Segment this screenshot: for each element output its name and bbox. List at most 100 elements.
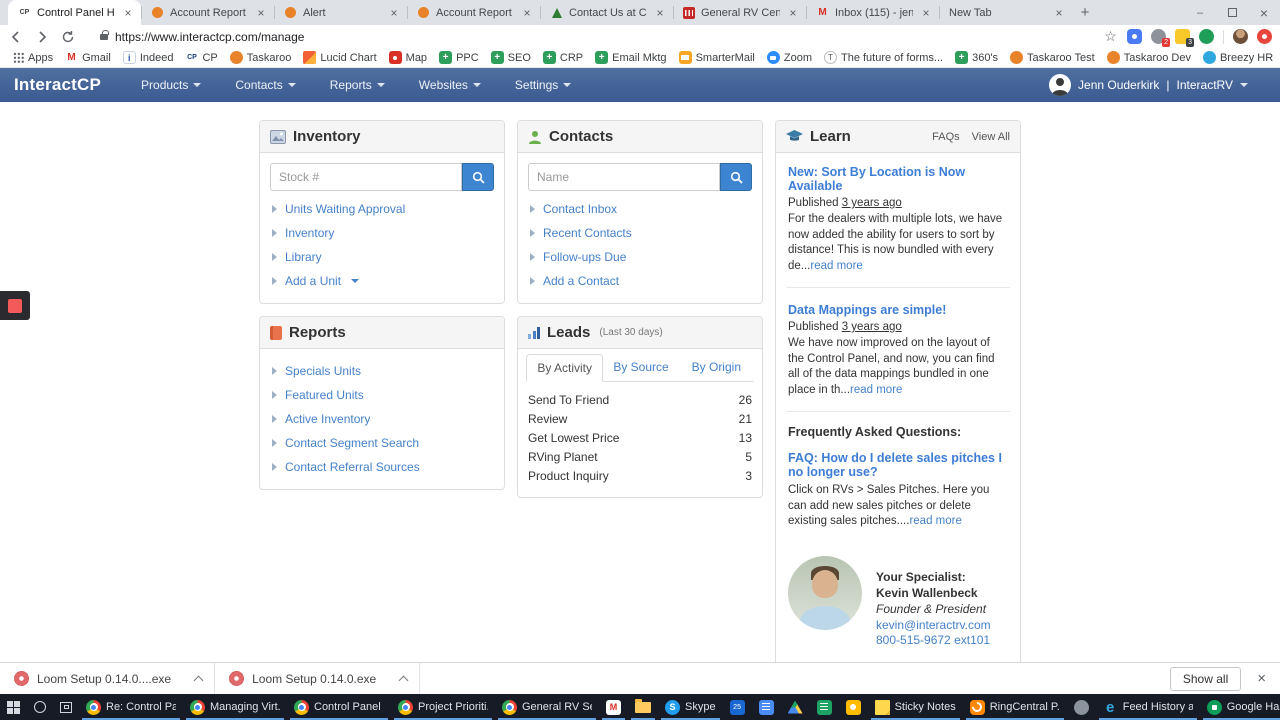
link-contact-segment-search[interactable]: Contact Segment Search [270, 431, 494, 455]
article-title-link[interactable]: New: Sort By Location is Now Available [788, 165, 1008, 193]
tab-general-rv[interactable]: General RV Center | Nation [673, 0, 806, 25]
view-all-link[interactable]: View All [972, 131, 1010, 143]
taskbar-drive[interactable] [781, 694, 810, 720]
specialist-phone-link[interactable]: 800-515-9672 ext101 [876, 633, 991, 649]
contact-search-button[interactable] [720, 163, 752, 191]
nav-contacts[interactable]: Contacts [235, 78, 296, 92]
tab-account-report-2[interactable]: Account Report | Taskaroo [407, 0, 540, 25]
taskbar-keep[interactable] [839, 694, 868, 720]
link-active-inventory[interactable]: Active Inventory [270, 407, 494, 431]
taskbar-hangouts[interactable]: Google Hango... [1200, 694, 1280, 720]
close-downloads-bar-icon[interactable] [1257, 670, 1266, 687]
tab-close-icon[interactable] [653, 6, 667, 20]
taskbar-docs[interactable] [752, 694, 781, 720]
link-featured-units[interactable]: Featured Units [270, 383, 494, 407]
tab-new-tab[interactable]: New Tab [939, 0, 1072, 25]
taskbar-gmail[interactable] [599, 694, 628, 720]
bookmark-breezy-hr[interactable]: Breezy HR [1198, 51, 1278, 64]
tab-by-activity[interactable]: By Activity [526, 354, 604, 382]
nav-products[interactable]: Products [141, 78, 202, 92]
taskbar-chrome-window-3[interactable]: Control Panel ... [287, 694, 391, 720]
contact-name-search-input[interactable] [528, 163, 720, 191]
bookmark-taskaroo-test[interactable]: Taskaroo Test [1005, 51, 1100, 64]
tab-close-icon[interactable] [786, 6, 800, 20]
address-bar[interactable]: https://www.interactcp.com/manage [86, 29, 1093, 44]
tab-by-source[interactable]: By Source [603, 354, 678, 382]
nav-reports[interactable]: Reports [330, 78, 385, 92]
taskbar-chrome-window-2[interactable]: Managing Virt... [183, 694, 287, 720]
browser-menu-icon[interactable] [1257, 29, 1272, 44]
bookmark-map[interactable]: Map [384, 51, 432, 64]
tab-close-icon[interactable] [919, 6, 933, 20]
taskbar-skype[interactable]: Skype [658, 694, 723, 720]
task-view-button[interactable] [53, 694, 79, 720]
taskbar-chrome-window-1[interactable]: Re: Control Pa... [79, 694, 183, 720]
tab-campers-inn[interactable]: Contact Us at Campers Inn [540, 0, 673, 25]
faqs-link[interactable]: FAQs [932, 131, 960, 143]
nav-settings[interactable]: Settings [515, 78, 572, 92]
tab-close-icon[interactable] [254, 6, 268, 20]
taskbar-chrome-window-5[interactable]: General RV Ser... [495, 694, 599, 720]
read-more-link[interactable]: read more [850, 384, 902, 396]
stock-search-input[interactable] [270, 163, 462, 191]
specialist-email-link[interactable]: kevin@interactrv.com [876, 618, 991, 634]
link-library[interactable]: Library [270, 245, 494, 269]
link-contact-referral-sources[interactable]: Contact Referral Sources [270, 455, 494, 479]
taskbar-edge[interactable]: Feed History a... [1096, 694, 1200, 720]
bookmark-gmail[interactable]: Gmail [60, 51, 116, 64]
bookmark-crp[interactable]: CRP [538, 51, 588, 64]
extension-icon-green[interactable] [1199, 29, 1214, 44]
bookmark-cp[interactable]: CP [180, 51, 222, 64]
tab-inbox[interactable]: Inbox (115) - jenn@interac [806, 0, 939, 25]
loom-extension-icon[interactable] [1127, 29, 1142, 44]
link-units-waiting-approval[interactable]: Units Waiting Approval [270, 197, 494, 221]
bookmark-future-of-forms[interactable]: The future of forms... [819, 51, 948, 64]
bookmark-zoom[interactable]: Zoom [762, 51, 817, 64]
show-all-downloads-button[interactable]: Show all [1169, 666, 1242, 691]
link-add-a-contact[interactable]: Add a Contact [528, 269, 752, 293]
window-close-button[interactable] [1248, 0, 1280, 25]
article-title-link[interactable]: Data Mappings are simple! [788, 303, 1008, 317]
tab-close-icon[interactable] [520, 6, 534, 20]
taskbar-ringcentral-meetings[interactable] [1067, 694, 1096, 720]
forward-button[interactable] [34, 29, 50, 45]
start-button[interactable] [0, 694, 27, 720]
tab-account-report-1[interactable]: Account Report | Taskaroo [141, 0, 274, 25]
taskbar-sticky-notes[interactable]: Sticky Notes [868, 694, 963, 720]
window-maximize-button[interactable] [1216, 0, 1248, 25]
cortana-button[interactable] [27, 694, 53, 720]
taskbar-calendar[interactable] [723, 694, 752, 720]
download-item-2[interactable]: Loom Setup 0.14.0.exe [215, 663, 421, 694]
new-tab-button[interactable] [1072, 0, 1098, 25]
bookmark-smartermail[interactable]: SmarterMail [674, 51, 760, 64]
taskbar-sheets[interactable] [810, 694, 839, 720]
link-recent-contacts[interactable]: Recent Contacts [528, 221, 752, 245]
bookmark-taskaroo-dev[interactable]: Taskaroo Dev [1102, 51, 1196, 64]
stock-search-button[interactable] [462, 163, 494, 191]
extension-icon-gray[interactable]: 2 [1151, 29, 1170, 47]
user-menu[interactable]: Jenn Ouderkirk | InteractRV [1049, 74, 1248, 96]
url-text[interactable]: https://www.interactcp.com/manage [115, 30, 304, 44]
faq-question-link[interactable]: FAQ: How do I delete sales pitches I no … [788, 451, 1008, 479]
reload-button[interactable] [60, 29, 76, 45]
link-add-a-unit[interactable]: Add a Unit [270, 269, 494, 293]
nav-websites[interactable]: Websites [419, 78, 481, 92]
bookmark-email-mktg[interactable]: Email Mktg [590, 51, 671, 64]
bookmark-seo[interactable]: SEO [486, 51, 536, 64]
read-more-link[interactable]: read more [810, 260, 862, 272]
site-logo[interactable]: InteractCP [14, 75, 101, 95]
chevron-up-icon[interactable] [193, 675, 204, 685]
bookmark-360s[interactable]: 360's [950, 51, 1003, 64]
taskbar-ringcentral[interactable]: RingCentral P... [963, 694, 1067, 720]
bookmark-lucid-chart[interactable]: Lucid Chart [298, 51, 381, 64]
back-button[interactable] [8, 29, 24, 45]
extension-icon-yellow[interactable]: 3 [1175, 29, 1194, 47]
screen-recorder-widget[interactable] [0, 291, 30, 320]
bookmark-star-icon[interactable] [1103, 29, 1118, 44]
bookmark-indeed[interactable]: Indeed [118, 51, 179, 64]
bookmark-ppc[interactable]: PPC [434, 51, 484, 64]
bookmark-taskaroo[interactable]: Taskaroo [225, 51, 297, 64]
tab-close-icon[interactable] [1052, 6, 1066, 20]
link-specials-units[interactable]: Specials Units [270, 359, 494, 383]
taskbar-file-explorer[interactable] [628, 694, 658, 720]
